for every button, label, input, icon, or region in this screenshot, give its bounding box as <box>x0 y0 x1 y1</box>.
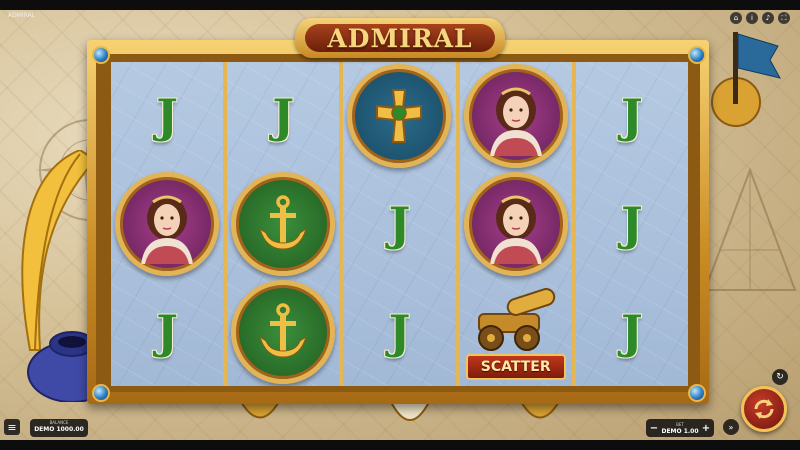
reel-cell: J <box>227 62 339 170</box>
reel-cell: J <box>576 62 688 170</box>
top-letterbox <box>0 0 800 10</box>
reel-2: J <box>227 62 340 386</box>
reel-cell: J <box>576 170 688 278</box>
turbo-button[interactable]: » <box>723 419 739 435</box>
symbol-j: J <box>388 305 411 359</box>
game-id-label: ADMIRAL <box>8 12 36 19</box>
bottom-frame-decoration <box>239 400 561 421</box>
reel-1: JJ <box>111 62 224 386</box>
symbol-lady-medallion <box>463 172 568 276</box>
symbol-scatter: SCATTER <box>464 280 568 384</box>
bet-display: BET DEMO 1.00 <box>661 421 698 436</box>
anchor-icon <box>259 303 308 358</box>
home-icon[interactable]: ⌂ <box>730 12 742 24</box>
top-controls: ⌂ i ♪ ⛶ <box>730 12 790 24</box>
reel-cell: J <box>576 278 688 386</box>
symbol-j: J <box>621 305 643 359</box>
autoplay-button[interactable]: ↻ <box>772 369 788 385</box>
reel-cell <box>343 62 455 170</box>
reel-cell: J <box>343 170 455 278</box>
scatter-label: SCATTER <box>480 359 551 375</box>
symbol-j: J <box>621 197 643 251</box>
balance-display: BALANCE DEMO 1000.00 <box>30 419 88 437</box>
reel-cell <box>111 170 223 278</box>
lady-portrait-icon <box>489 87 542 156</box>
bottom-letterbox <box>0 440 800 450</box>
sound-icon[interactable]: ♪ <box>762 12 774 24</box>
pyramid-decoration <box>703 167 797 291</box>
cannon-icon <box>477 288 555 351</box>
autoplay-icon: ↻ <box>776 372 784 382</box>
bet-increase-button[interactable]: + <box>701 423 711 434</box>
frame-gem-bottom-right <box>688 384 706 402</box>
lady-portrait-icon <box>141 195 194 264</box>
menu-icon: ≡ <box>7 420 17 434</box>
reel-cell <box>227 170 339 278</box>
symbol-j: J <box>156 305 178 359</box>
scatter-banner: SCATTER <box>465 354 566 380</box>
reel-cell: J <box>111 278 223 386</box>
reel-cell <box>227 278 339 386</box>
reel-3: JJ <box>343 62 456 386</box>
reel-cell <box>460 170 572 278</box>
flag-decoration <box>711 32 781 127</box>
spin-button[interactable] <box>741 386 787 432</box>
reel-5: JJJ <box>575 62 688 386</box>
reel-4: SCATTER <box>459 62 572 386</box>
bet-decrease-button[interactable]: − <box>649 423 659 434</box>
symbol-anchor-medallion <box>231 172 336 276</box>
frame-gem-top-left <box>92 46 110 64</box>
symbol-lady-medallion <box>115 172 220 276</box>
symbol-j: J <box>272 89 295 143</box>
game-stage: ADMIRAL J J J J J SCATTER J J J ADMIRAL ⌂ i ♪ ⛶ … <box>0 0 800 450</box>
symbol-cross-medallion <box>347 64 452 168</box>
symbol-j: J <box>621 89 643 143</box>
bet-value: DEMO 1.00 <box>661 427 699 435</box>
game-title-plate: ADMIRAL <box>295 18 505 58</box>
symbol-lady-medallion <box>463 64 568 168</box>
reel-cell: J <box>343 278 455 386</box>
balance-value: DEMO 1000.00 <box>34 426 84 433</box>
reel-grid: J J J J J SCATTER J J J <box>111 62 688 386</box>
symbol-j: J <box>156 89 178 143</box>
reel-cell: SCATTER <box>460 278 572 386</box>
frame-gem-top-right <box>688 46 706 64</box>
fast-forward-icon: » <box>728 422 734 432</box>
lady-portrait-icon <box>489 195 542 264</box>
info-icon[interactable]: i <box>746 12 758 24</box>
game-title: ADMIRAL <box>327 23 473 53</box>
symbol-anchor-medallion <box>231 280 336 384</box>
fullscreen-icon[interactable]: ⛶ <box>778 12 790 24</box>
reel-cell <box>460 62 572 170</box>
reel-cell: J <box>111 62 223 170</box>
menu-button[interactable]: ≡ <box>4 419 20 435</box>
spin-arrows-icon <box>754 399 774 419</box>
anchor-icon <box>259 195 308 250</box>
bet-control: − BET DEMO 1.00 + <box>646 419 714 437</box>
symbol-j: J <box>388 197 411 251</box>
cross-icon <box>376 89 423 143</box>
frame-gem-bottom-left <box>92 384 110 402</box>
